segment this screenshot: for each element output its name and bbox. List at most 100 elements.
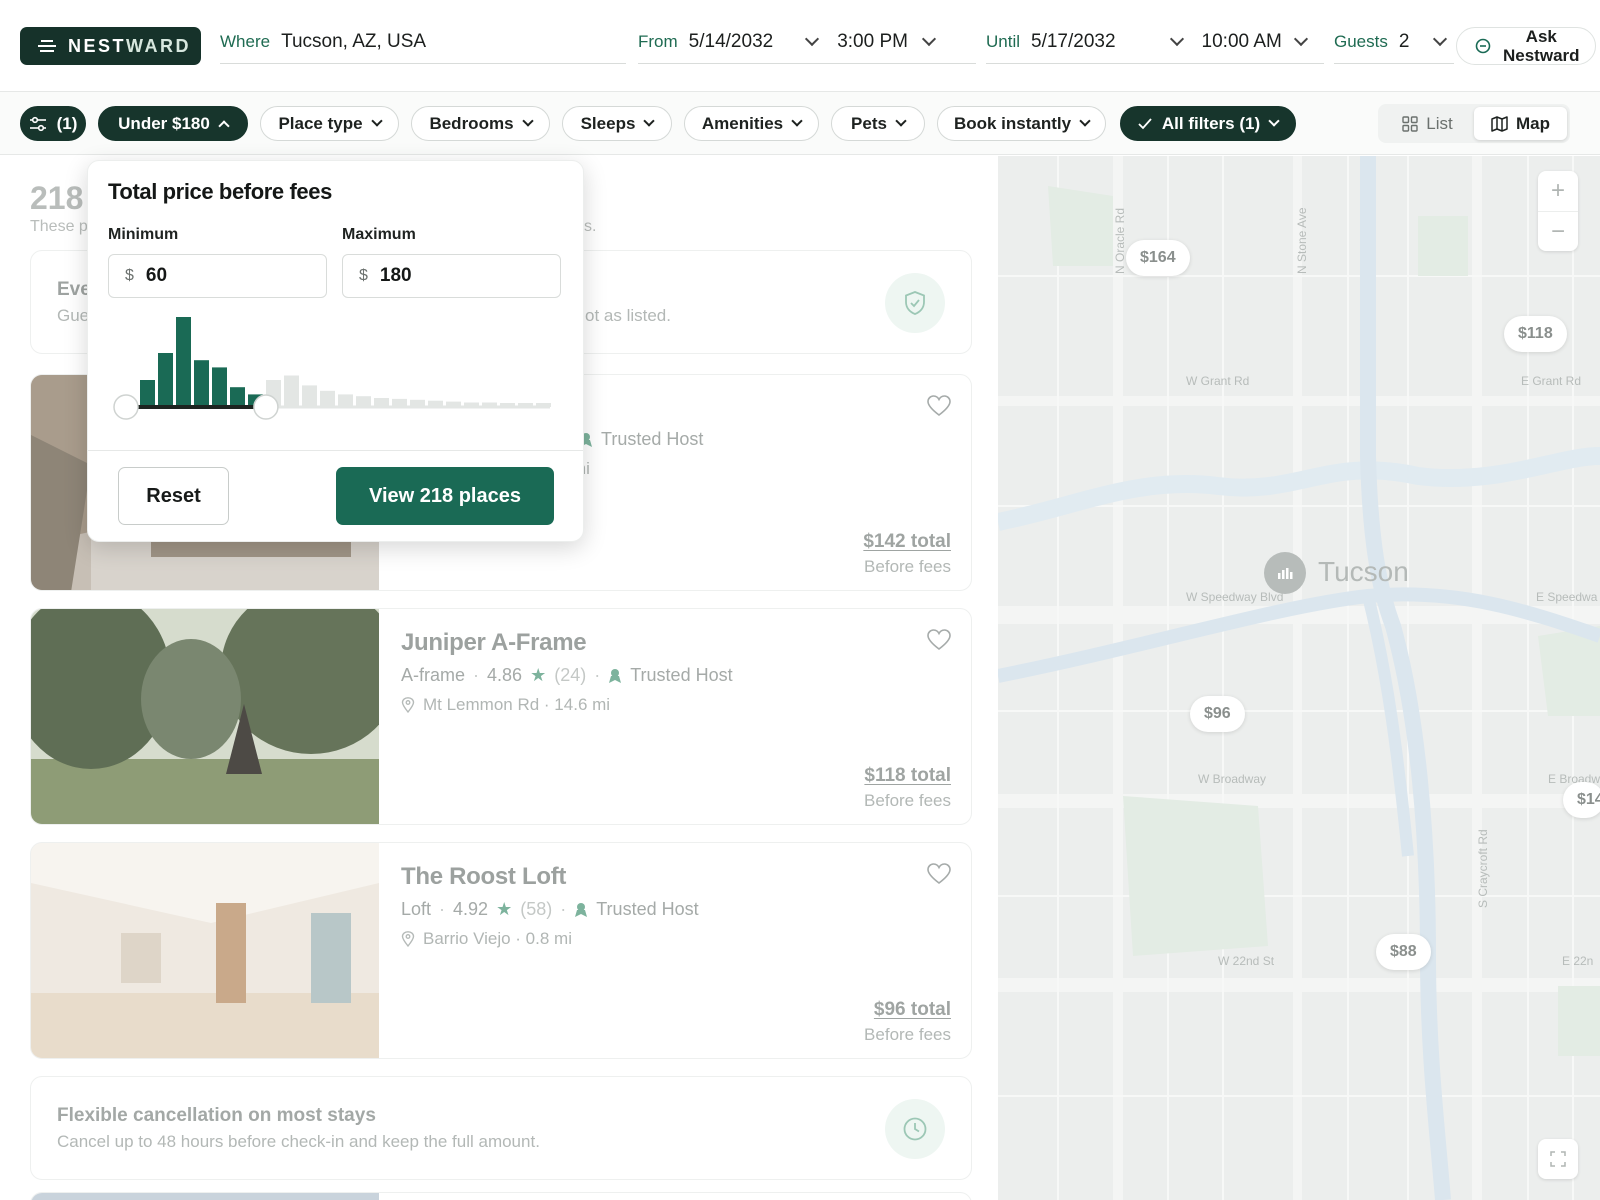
price-filter-pill[interactable]: Under $180: [98, 106, 248, 141]
listing-card-2[interactable]: Juniper A-Frame A-frame · 4.86 ★ (24) · …: [30, 608, 972, 825]
histogram-bar: [320, 390, 335, 407]
where-label: Where: [220, 31, 271, 51]
view-places-button[interactable]: View 218 places: [336, 467, 554, 525]
guests-field[interactable]: Guests 2: [1334, 20, 1454, 64]
popover-divider: [88, 450, 583, 451]
map-price-pin[interactable]: $88: [1376, 934, 1431, 970]
list-view-button[interactable]: List: [1381, 107, 1474, 140]
listing-3-reviews: (58): [520, 899, 553, 919]
from-time[interactable]: 3:00 PM: [837, 31, 908, 53]
location-pin-icon: [401, 931, 415, 947]
guarantee-subtitle: Gue: [57, 306, 90, 325]
listing-card-3[interactable]: The Roost Loft Loft · 4.92 ★ (58) · Trus…: [30, 842, 972, 1059]
until-date[interactable]: 5/17/2032: [1031, 31, 1116, 53]
until-date-chevron-icon[interactable]: [1169, 31, 1184, 46]
chevron-down-icon: [643, 115, 656, 127]
chevron-down-icon: [1268, 115, 1280, 127]
listing-3-price[interactable]: $96 total: [874, 999, 951, 1021]
minimum-price-value[interactable]: 60: [146, 265, 167, 287]
from-date-chevron-icon[interactable]: [805, 31, 820, 46]
map-view-button[interactable]: Map: [1474, 107, 1567, 140]
zoom-out-button[interactable]: −: [1538, 211, 1578, 251]
reset-button[interactable]: Reset: [118, 467, 229, 525]
histogram-bar: [356, 396, 371, 407]
price-histogram[interactable]: [108, 311, 568, 431]
bedrooms-pill[interactable]: Bedrooms: [411, 106, 550, 141]
listing-2-location: Mt Lemmon Rd · 14.6 mi: [423, 695, 611, 714]
listing-2-rating: 4.86: [487, 665, 523, 685]
listing-2-name[interactable]: Juniper A-Frame: [401, 629, 587, 657]
map-price-pin[interactable]: $164: [1126, 240, 1190, 276]
guests-label: Guests: [1334, 31, 1388, 51]
ask-nestward-button[interactable]: Ask Nestward: [1456, 27, 1596, 65]
nestward-logo[interactable]: NEST WARD: [20, 27, 201, 65]
map-price-pin[interactable]: $118: [1504, 316, 1567, 352]
listing-photo-2[interactable]: [31, 609, 379, 825]
fullscreen-icon[interactable]: [1538, 1139, 1578, 1179]
map-canvas[interactable]: [998, 156, 1600, 1200]
place-type-label: Place type: [278, 113, 363, 133]
listing-1-price[interactable]: $142 total: [863, 531, 951, 553]
from-field[interactable]: From 5/14/2032 3:00 PM: [638, 20, 976, 64]
until-field[interactable]: Until 5/17/2032 10:00 AM: [986, 20, 1324, 64]
chevron-down-icon: [521, 115, 534, 127]
minimum-price-input[interactable]: $ 60: [108, 254, 327, 298]
until-time[interactable]: 10:00 AM: [1202, 31, 1282, 53]
map-panel[interactable]: N Oracle Rd N Stone Ave W Grant Rd E Gra…: [998, 156, 1600, 1200]
guests-chevron-icon[interactable]: [1433, 31, 1448, 46]
listing-3-type: Loft: [401, 899, 432, 919]
city-marker-icon[interactable]: [1264, 552, 1306, 594]
listing-photo-3[interactable]: [31, 843, 379, 1059]
street-label-w-grant: W Grant Rd: [1186, 374, 1250, 388]
trusted-host-icon: [609, 668, 622, 683]
from-date[interactable]: 5/14/2032: [689, 31, 774, 53]
maximum-price-value[interactable]: 180: [380, 265, 412, 287]
slider-min-handle[interactable]: [113, 394, 139, 420]
favorite-heart-icon[interactable]: [927, 629, 951, 656]
separator-dot: ·: [594, 665, 601, 685]
slider-max-handle[interactable]: [253, 394, 279, 420]
favorite-heart-icon[interactable]: [927, 395, 951, 422]
all-filters-pill[interactable]: All filters (1): [1120, 106, 1296, 141]
filters-count: (1): [56, 113, 78, 133]
histogram-bar: [140, 380, 155, 407]
listing-3-host: Trusted Host: [596, 899, 699, 919]
maximum-price-input[interactable]: $ 180: [342, 254, 561, 298]
ask-label-line1: Ask: [1525, 27, 1557, 46]
minimum-label: Minimum: [108, 226, 179, 243]
all-filters-label: All filters (1): [1161, 113, 1261, 133]
map-icon: [1491, 115, 1508, 132]
map-price-pin[interactable]: $14: [1563, 782, 1600, 818]
from-time-chevron-icon[interactable]: [921, 31, 937, 46]
favorite-heart-icon[interactable]: [927, 863, 951, 890]
zoom-in-button[interactable]: +: [1538, 171, 1578, 211]
where-value[interactable]: Tucson, AZ, USA: [281, 31, 426, 53]
histogram-bar: [302, 385, 317, 407]
amenities-pill[interactable]: Amenities: [684, 106, 819, 141]
listing-3-rating: 4.92: [453, 899, 489, 919]
histogram-bar: [194, 360, 209, 407]
pets-pill[interactable]: Pets: [831, 106, 925, 141]
street-label-stone: N Stone Ave: [1295, 207, 1309, 275]
listing-photo-4[interactable]: [31, 1193, 379, 1200]
chevron-down-icon: [791, 115, 803, 127]
sleeps-pill[interactable]: Sleeps: [562, 106, 672, 141]
cancellation-title: Flexible cancellation on most stays: [57, 1105, 376, 1126]
street-label-w-22nd: W 22nd St: [1218, 954, 1275, 968]
listing-2-reviews: (24): [554, 665, 587, 685]
listing-3-location: Barrio Viejo · 0.8 mi: [423, 929, 572, 948]
where-field[interactable]: Where Tucson, AZ, USA: [220, 20, 626, 64]
listing-card-4[interactable]: [30, 1192, 972, 1200]
listing-3-name[interactable]: The Roost Loft: [401, 863, 566, 891]
map-price-pin[interactable]: $96: [1190, 696, 1245, 732]
until-time-chevron-icon[interactable]: [1293, 31, 1308, 46]
guests-value[interactable]: 2: [1399, 31, 1410, 53]
listing-2-price[interactable]: $118 total: [864, 765, 951, 787]
filters-toggle-button[interactable]: (1): [20, 106, 86, 141]
listing-2-meta: A-frame · 4.86 ★ (24) · Trusted Host: [401, 665, 733, 686]
histogram-bar: [284, 375, 299, 407]
book-instantly-pill[interactable]: Book instantly: [937, 106, 1106, 141]
place-type-pill[interactable]: Place type: [260, 106, 399, 141]
bedrooms-label: Bedrooms: [429, 113, 514, 133]
star-icon: ★: [530, 665, 547, 685]
